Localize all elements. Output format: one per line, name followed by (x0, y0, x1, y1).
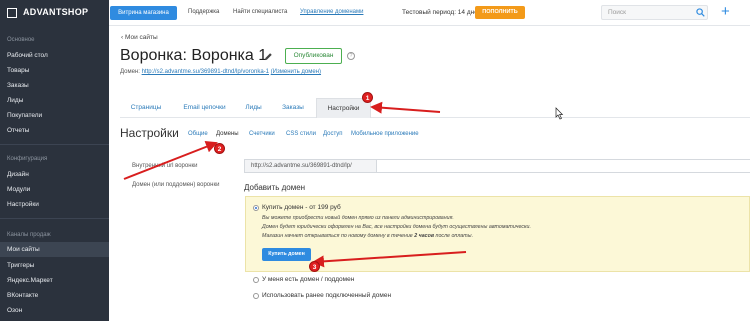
pencil-icon[interactable] (264, 52, 273, 61)
sidebar-item-products[interactable]: Товары (0, 63, 109, 78)
top-bar: ADVANTSHOP Витрина магазина Поддержка На… (0, 0, 750, 26)
domain-label: Домен: (120, 69, 140, 75)
subtab-domains[interactable]: Домены (216, 131, 239, 137)
tab-email-chains[interactable]: Email цепочки (172, 98, 237, 118)
sidebar-heading-channels: Каналы продаж (7, 232, 51, 238)
subtab-counters[interactable]: Счетчики (249, 131, 275, 137)
sidebar-item-orders[interactable]: Заказы (0, 78, 109, 93)
sidebar-item-modules[interactable]: Модули (0, 182, 109, 197)
status-badge[interactable]: Опубликован (285, 48, 342, 64)
tab-leads[interactable]: Лиды (237, 98, 270, 118)
domain-line: Домен: http://s2.advantme.su/369891-dtnd… (120, 69, 321, 75)
back-link[interactable]: ‹ Мои сайты (121, 34, 158, 41)
radio-buy-domain-label[interactable]: Купить домен - от 199 руб (262, 204, 341, 211)
radio-own-domain-label[interactable]: У меня есть домен / поддомен (262, 276, 354, 283)
sidebar: Основное Рабочий стол Товары Заказы Лиды… (0, 26, 109, 321)
inner-url-field[interactable]: http://s2.advantme.su/369891-dtnd/lp/ (244, 159, 377, 173)
sidebar-item-design[interactable]: Дизайн (0, 167, 109, 182)
sidebar-item-reports[interactable]: Отчеты (0, 123, 109, 138)
info-line-3: Магазин начнет открываться по новому дом… (262, 233, 473, 239)
find-specialist-link[interactable]: Найти специалиста (233, 9, 287, 15)
support-link[interactable]: Поддержка (188, 9, 219, 15)
search-icon[interactable] (696, 8, 705, 17)
subtab-mobile-app[interactable]: Мобильное приложение (351, 131, 419, 137)
storefront-button[interactable]: Витрина магазина (110, 6, 177, 20)
logo[interactable]: ADVANTSHOP (0, 0, 109, 26)
sidebar-item-customers[interactable]: Покупатели (0, 108, 109, 123)
sidebar-item-my-sites[interactable]: Мои сайты (0, 242, 109, 257)
marker-1: 1 (362, 92, 373, 103)
sidebar-item-ozon[interactable]: Озон (0, 303, 109, 318)
tab-bar: Страницы Email цепочки Лиды Заказы Настр… (120, 98, 750, 118)
info-line-1: Вы можете приобрести новый домен прямо и… (262, 215, 454, 221)
radio-own-domain[interactable] (253, 277, 259, 283)
sidebar-item-leads[interactable]: Лиды (0, 93, 109, 108)
domain-management-link[interactable]: Управление доменами (300, 9, 363, 15)
tab-orders[interactable]: Заказы (270, 98, 316, 118)
arrow-2 (123, 141, 218, 180)
tab-pages[interactable]: Страницы (120, 98, 172, 118)
buy-domain-button[interactable]: Купить домен (262, 248, 311, 261)
sidebar-item-triggers[interactable]: Триггеры (0, 258, 109, 273)
sidebar-heading-main: Основное (7, 37, 35, 43)
logo-icon (7, 8, 17, 18)
sidebar-item-vkontakte[interactable]: ВКонтакте (0, 288, 109, 303)
inner-url-label: Внутренний url воронки (132, 163, 198, 169)
sidebar-item-yandex-market[interactable]: Яндекс.Маркет (0, 273, 109, 288)
sidebar-divider (0, 144, 109, 145)
info-line-3-end: после оплаты. (435, 233, 474, 239)
info-line-2: Домен будет юридически оформлен на Вас, … (262, 224, 531, 230)
marker-2: 2 (214, 143, 225, 154)
topup-button[interactable]: ПОПОЛНИТЬ (475, 6, 525, 19)
subtab-access[interactable]: Доступ (323, 131, 343, 137)
domain-label: Домен (или поддомен) воронки (132, 182, 220, 188)
help-icon[interactable]: ? (347, 52, 355, 60)
marker-3: 3 (309, 261, 320, 272)
sidebar-item-dashboard[interactable]: Рабочий стол (0, 48, 109, 63)
info-line-3-emphasis: 2 часов (414, 233, 435, 239)
logo-text: ADVANTSHOP (23, 7, 89, 17)
radio-previous-domain[interactable] (253, 293, 259, 299)
radio-previous-domain-label[interactable]: Использовать ранее подключенный домен (262, 292, 391, 299)
settings-title: Настройки (120, 126, 179, 140)
inner-url-field-extension (377, 159, 750, 173)
search-input[interactable]: Поиск (601, 5, 708, 20)
subtab-general[interactable]: Общие (188, 131, 208, 137)
trial-period-text: Тестовый период: 14 дней (402, 9, 482, 16)
radio-buy-domain[interactable] (253, 205, 259, 211)
info-line-3-start: Магазин начнет открываться по новому дом… (262, 233, 413, 239)
back-link-label: Мои сайты (124, 34, 158, 41)
change-domain-link[interactable]: (Изменить домен) (271, 69, 321, 75)
subtab-css[interactable]: CSS стили (286, 131, 316, 137)
search-placeholder: Поиск (608, 9, 627, 16)
sidebar-divider (0, 218, 109, 219)
page-title: Воронка: Воронка 1 (120, 47, 268, 64)
plus-icon[interactable]: + (721, 4, 730, 19)
sidebar-item-settings[interactable]: Настройки (0, 197, 109, 212)
domain-url-link[interactable]: http://s2.advantme.su/369891-dtnd/lp/vor… (142, 69, 269, 75)
add-domain-title: Добавить домен (244, 183, 306, 192)
sidebar-heading-config: Конфигурация (7, 156, 48, 162)
